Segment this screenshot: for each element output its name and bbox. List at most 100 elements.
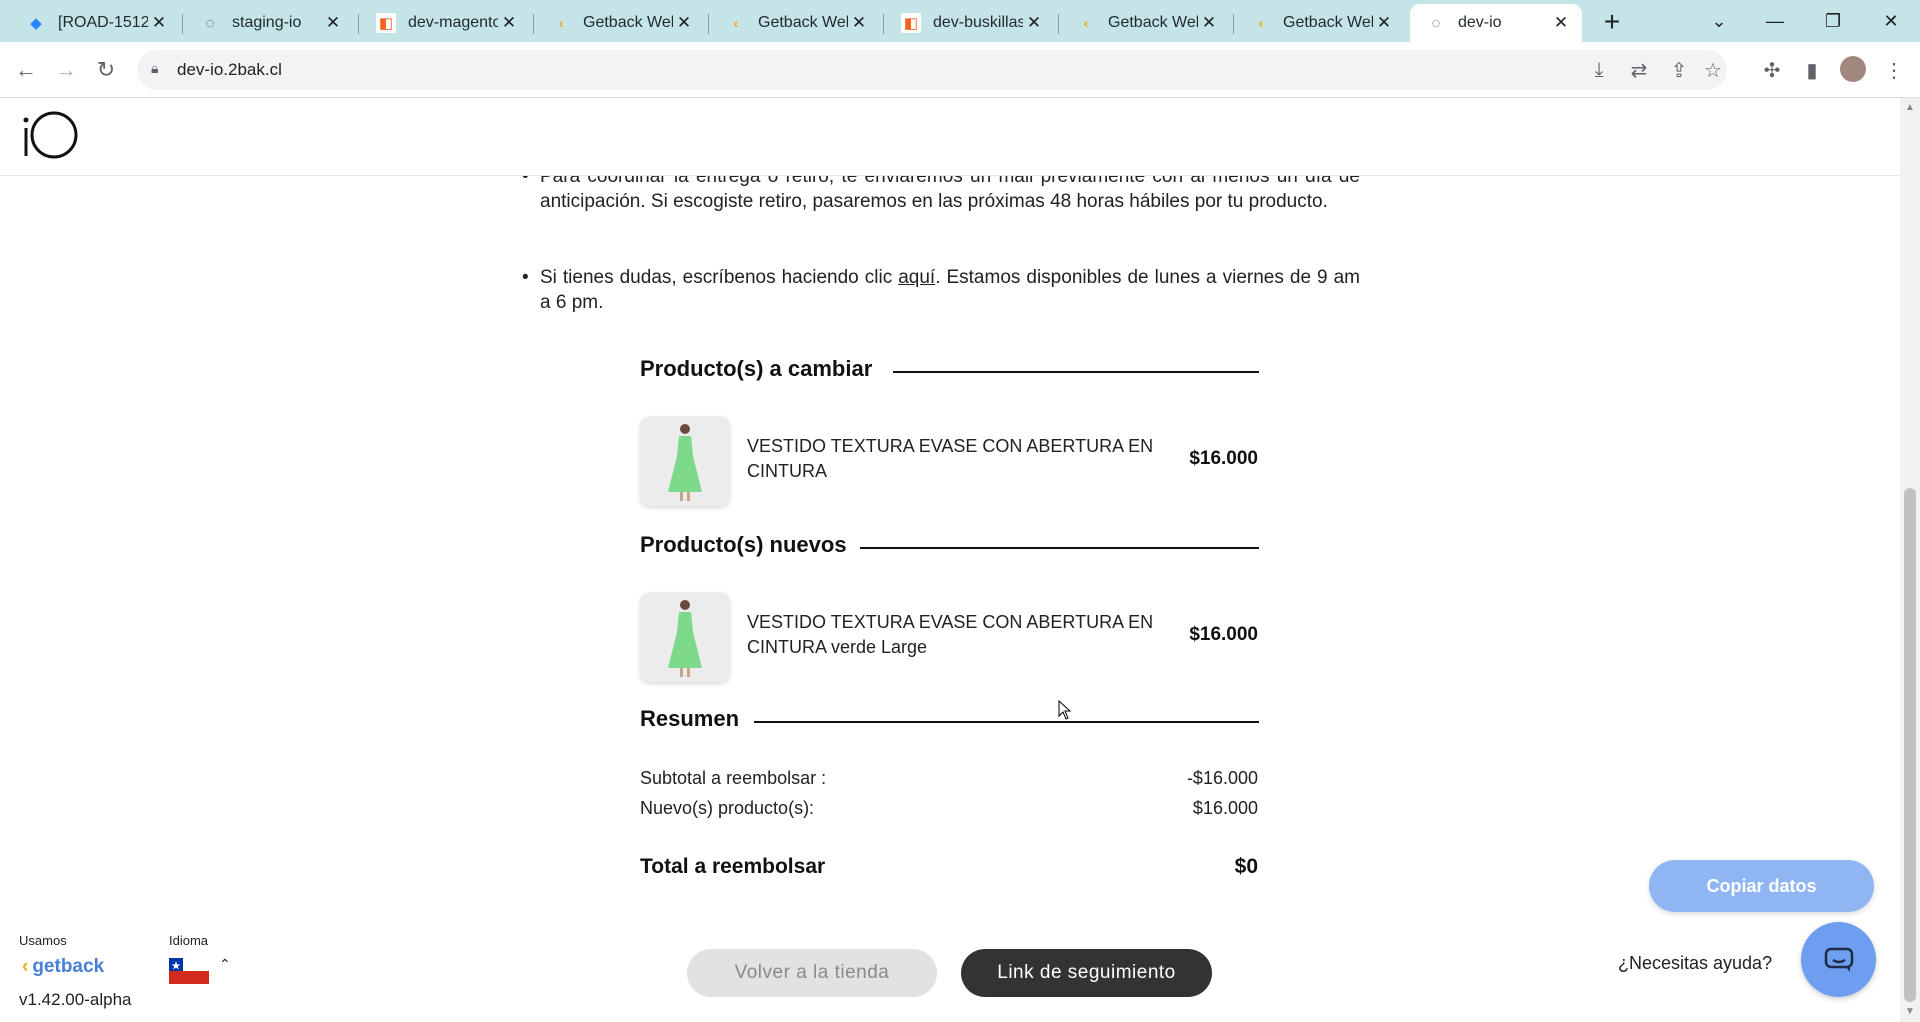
product-price: $16.000 [1189, 448, 1258, 469]
getback-logo-text: getback [32, 956, 105, 977]
help-prompt[interactable]: ¿Necesitas ayuda? [1618, 953, 1772, 974]
extensions-puzzle-icon[interactable]: ✣ [1756, 54, 1788, 86]
tracking-link-button[interactable]: Link de seguimiento [961, 949, 1212, 997]
mouse-cursor-icon [1058, 699, 1072, 725]
tab-getback-web-3[interactable]: ‹ Getback Web ✕ [1060, 4, 1230, 42]
tab-title: Getback Web [758, 14, 848, 31]
tab-title: Getback Web [1108, 14, 1198, 31]
jira-icon: ◆ [30, 15, 42, 32]
browser-toolbar: ← → ↻ 🔒︎ dev-io.2bak.cl ⤓ ⇄ ⇪ ☆ ✣ ▮ ⋮ [0, 42, 1920, 98]
tab-title: [ROAD-1512] [58, 14, 148, 31]
restore-icon[interactable]: ❐ [1808, 4, 1858, 38]
product-change-item: VESTIDO TEXTURA EVASE CON ABERTURA EN CI… [640, 416, 1258, 506]
section-title-change: Producto(s) a cambiar [640, 356, 885, 382]
summary-new-products-row: Nuevo(s) producto(s): $16.000 [640, 798, 1258, 819]
magento-icon: ◧ [376, 13, 396, 33]
io-icon: ◌ [1431, 14, 1441, 32]
close-icon[interactable]: ✕ [322, 12, 344, 34]
chile-flag-icon[interactable] [169, 958, 209, 984]
more-menu-icon[interactable]: ⋮ [1878, 54, 1910, 86]
getback-logo[interactable]: ‹ getback [22, 956, 104, 978]
reload-icon[interactable]: ↻ [90, 54, 122, 86]
tab-search-icon[interactable]: ⌄ [1694, 4, 1744, 38]
back-to-store-button[interactable]: Volver a la tienda [687, 949, 937, 997]
window-close-icon[interactable]: ✕ [1866, 4, 1916, 38]
chat-button[interactable] [1801, 922, 1876, 997]
copy-data-button[interactable]: Copiar datos [1649, 860, 1874, 912]
tab-dev-magento[interactable]: ◧ dev-magento ✕ [360, 4, 530, 42]
close-icon[interactable]: ✕ [848, 12, 870, 34]
section-title-summary: Resumen [640, 706, 752, 732]
product-name: VESTIDO TEXTURA EVASE CON ABERTURA EN CI… [747, 436, 1154, 481]
browser-tab-strip: ◆ [ROAD-1512] ✕ ◌ staging-io ✕ ◧ dev-mag… [0, 0, 1920, 42]
chevron-up-icon[interactable]: ⌃ [219, 956, 231, 973]
footer-usamos-label: Usamos [19, 933, 67, 948]
io-logo[interactable] [18, 106, 82, 169]
getback-chevron-icon: ‹ [22, 956, 29, 977]
back-arrow-icon[interactable]: ← [10, 54, 42, 86]
scroll-down-icon[interactable]: ▼ [1905, 1006, 1915, 1017]
summary-total-row: Total a reembolsar $0 [640, 855, 1258, 879]
close-icon[interactable]: ✕ [148, 12, 170, 34]
site-header [0, 98, 1900, 176]
tab-getback-web-4[interactable]: ‹ Getback Web ✕ [1235, 4, 1405, 42]
bookmark-star-icon[interactable]: ☆ [1697, 54, 1729, 86]
close-icon[interactable]: ✕ [498, 12, 520, 34]
product-name: VESTIDO TEXTURA EVASE CON ABERTURA EN CI… [747, 612, 1154, 657]
language-label: Idioma [169, 933, 209, 948]
address-bar[interactable]: 🔒︎ dev-io.2bak.cl ⤓ ⇄ ⇪ ☆ [137, 50, 1727, 90]
lock-icon: 🔒︎ [151, 60, 159, 76]
help-info-paragraph: • Si tienes dudas, escríbenos haciendo cl… [522, 267, 1360, 313]
subtotal-value: -$16.000 [1186, 768, 1258, 788]
tab-dev-buskillas[interactable]: ◧ dev-buskillas ✕ [885, 4, 1055, 42]
product-thumbnail [640, 592, 730, 682]
section-title-new: Producto(s) nuevos [640, 532, 859, 558]
url-text: dev-io.2bak.cl [177, 60, 282, 79]
tab-title: Getback Web [1283, 14, 1373, 31]
io-icon: ◌ [205, 14, 215, 32]
product-thumbnail [640, 416, 730, 506]
getback-icon: ‹ [558, 14, 564, 32]
section-divider [860, 547, 1259, 549]
install-icon[interactable]: ⤓ [1583, 54, 1615, 86]
scrollbar-thumb[interactable] [1904, 488, 1916, 1002]
close-icon[interactable]: ✕ [673, 12, 695, 34]
tab-staging-io[interactable]: ◌ staging-io ✕ [184, 4, 354, 42]
tab-road-1512[interactable]: ◆ [ROAD-1512] ✕ [10, 4, 180, 42]
minimize-icon[interactable]: — [1750, 4, 1800, 38]
page-scrollbar[interactable]: ▲ ▼ [1900, 98, 1920, 1022]
section-divider [754, 721, 1259, 723]
profile-avatar[interactable] [1840, 56, 1866, 82]
page-content: • Para coordinar la entrega o retiro, te … [0, 98, 1900, 1022]
getback-icon: ‹ [1083, 14, 1089, 32]
new-tab-button[interactable]: + [1596, 6, 1628, 38]
product-price: $16.000 [1189, 624, 1258, 645]
new-products-label: Nuevo(s) producto(s): [640, 798, 815, 818]
tab-title: dev-magento [408, 14, 498, 31]
close-icon[interactable]: ✕ [1198, 12, 1220, 34]
contact-link[interactable]: aquí [898, 267, 935, 288]
tab-title: staging-io [232, 14, 302, 31]
getback-icon: ‹ [1258, 14, 1264, 32]
tab-title: dev-io [1458, 14, 1502, 31]
help-info-text: Si tienes dudas, escríbenos haciendo cli… [540, 267, 899, 288]
close-icon[interactable]: ✕ [1023, 12, 1045, 34]
side-panel-icon[interactable]: ▮ [1796, 54, 1828, 86]
close-icon[interactable]: ✕ [1550, 12, 1572, 34]
tab-title: Getback Web [583, 14, 673, 31]
tab-getback-web-2[interactable]: ‹ Getback Web ✕ [710, 4, 880, 42]
share-icon[interactable]: ⇪ [1663, 54, 1695, 86]
tab-dev-io[interactable]: ◌ dev-io ✕ [1410, 4, 1582, 42]
total-value: $0 [1234, 855, 1258, 878]
magento-icon: ◧ [901, 13, 921, 33]
tab-getback-web-1[interactable]: ‹ Getback Web ✕ [535, 4, 705, 42]
summary-subtotal-row: Subtotal a reembolsar : -$16.000 [640, 768, 1258, 789]
new-products-value: $16.000 [1192, 798, 1258, 818]
chat-icon [1824, 947, 1853, 972]
scroll-up-icon[interactable]: ▲ [1905, 102, 1915, 113]
forward-arrow-icon[interactable]: → [50, 54, 82, 86]
app-version: v1.42.00-alpha [19, 990, 132, 1009]
close-icon[interactable]: ✕ [1373, 12, 1395, 34]
section-divider [893, 371, 1259, 373]
translate-icon[interactable]: ⇄ [1623, 54, 1655, 86]
